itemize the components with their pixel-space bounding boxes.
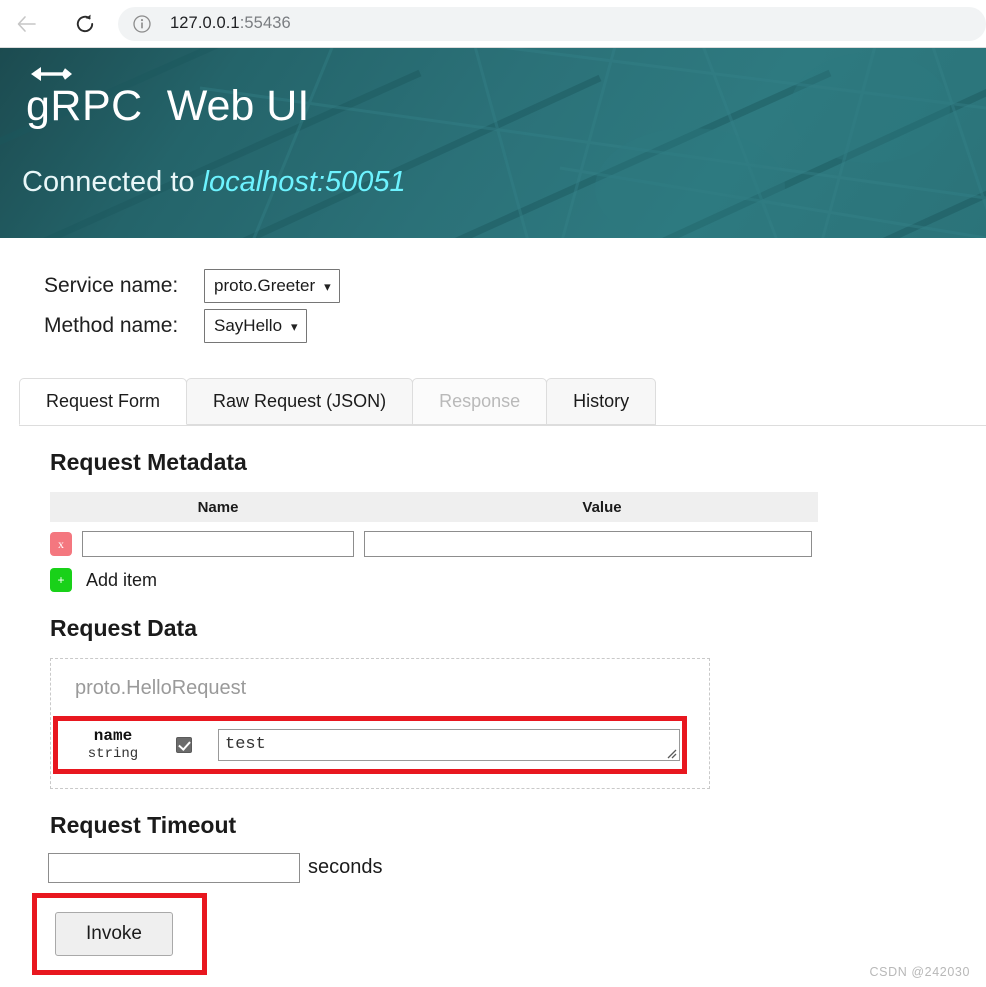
request-field-name: name <box>93 727 133 745</box>
info-icon[interactable] <box>132 14 152 34</box>
chevron-down-icon: ▾ <box>324 278 331 294</box>
watermark: CSDN @242030 <box>869 965 970 979</box>
add-item-button[interactable]: + <box>50 568 72 592</box>
app-header: gRPC Web UI Connected to localhost:50051 <box>0 48 986 238</box>
request-data-title: Request Data <box>50 615 197 641</box>
address-bar[interactable]: 127.0.0.1:55436 <box>118 6 986 41</box>
tab-history-label: History <box>573 391 630 411</box>
method-name-select[interactable]: SayHello ▾ <box>204 309 307 343</box>
connection-prefix: Connected to <box>22 166 195 198</box>
metadata-table-header: Name Value <box>50 492 818 522</box>
request-data-panel: proto.HelloRequest name string test <box>50 658 710 789</box>
service-name-value: proto.Greeter <box>214 276 316 295</box>
tab-response[interactable]: Response <box>412 378 548 425</box>
tab-request-form[interactable]: Request Form <box>19 378 188 425</box>
reload-button[interactable] <box>66 5 104 43</box>
method-name-value: SayHello <box>214 316 283 335</box>
request-field-value-text: test <box>225 734 266 754</box>
request-metadata-title: Request Metadata <box>50 449 247 475</box>
metadata-table: Name Value x <box>50 492 818 557</box>
tab-bar: Request Form Raw Request (JSON) Response… <box>19 378 986 426</box>
invoke-button-highlight: Invoke <box>32 892 207 975</box>
url-text: 127.0.0.1:55436 <box>170 14 291 33</box>
header-texture <box>0 48 986 238</box>
tab-raw-request-json[interactable]: Raw Request (JSON) <box>186 378 414 425</box>
resize-grip-icon[interactable] <box>665 747 677 759</box>
brand-lockup: gRPC Web UI <box>26 67 310 130</box>
back-button[interactable] <box>8 5 46 43</box>
connection-status: Connected to localhost:50051 <box>22 166 406 199</box>
request-field-type: string <box>87 746 139 762</box>
service-name-label: Service name: <box>44 274 179 297</box>
browser-toolbar: 127.0.0.1:55436 <box>0 0 986 48</box>
request-timeout-unit-label: seconds <box>308 856 383 878</box>
request-timeout-input[interactable] <box>48 852 300 883</box>
metadata-column-name: Name <box>197 498 239 516</box>
metadata-value-input[interactable] <box>364 531 812 557</box>
metadata-column-value: Value <box>582 498 622 516</box>
method-selector-row: Method name: SayHello ▾ <box>44 306 986 346</box>
add-metadata-item-row[interactable]: + Add item <box>50 568 986 592</box>
request-message-type: proto.HelloRequest <box>75 677 247 699</box>
request-field-enabled-checkbox[interactable] <box>176 736 192 753</box>
main-content: Service name: proto.Greeter ▾ Method nam… <box>0 238 986 975</box>
service-name-select[interactable]: proto.Greeter ▾ <box>204 269 340 303</box>
service-selector-row: Service name: proto.Greeter ▾ <box>44 266 986 306</box>
brand-grpc-label: gRPC <box>26 82 143 130</box>
brand-product-label: Web UI <box>166 82 310 130</box>
metadata-name-input[interactable] <box>82 531 354 557</box>
url-port: :55436 <box>239 14 291 32</box>
table-row: x <box>50 531 818 557</box>
tab-history[interactable]: History <box>546 378 657 425</box>
refresh-icon <box>76 14 94 32</box>
url-host: 127.0.0.1 <box>170 14 240 32</box>
delete-metadata-row-button[interactable]: x <box>50 532 72 556</box>
invoke-button[interactable]: Invoke <box>55 911 173 956</box>
tab-response-label: Response <box>439 391 521 411</box>
brand-grpc-text: gRPC <box>26 67 143 130</box>
method-name-label: Method name: <box>44 314 179 337</box>
request-field-value-textarea[interactable]: test <box>218 728 680 761</box>
tab-request-form-label: Request Form <box>46 391 161 411</box>
grpc-logo-icon <box>31 67 72 81</box>
connection-address: localhost:50051 <box>202 166 406 198</box>
arrow-left-icon <box>17 15 36 32</box>
add-item-label: Add item <box>86 569 158 590</box>
request-timeout-title: Request Timeout <box>50 811 237 838</box>
tab-raw-request-json-label: Raw Request (JSON) <box>213 391 387 411</box>
request-field-label: name string <box>58 726 168 764</box>
request-timeout-row: seconds <box>48 852 986 883</box>
chevron-down-icon: ▾ <box>291 318 298 334</box>
request-field-row-highlight: name string test <box>53 716 687 774</box>
